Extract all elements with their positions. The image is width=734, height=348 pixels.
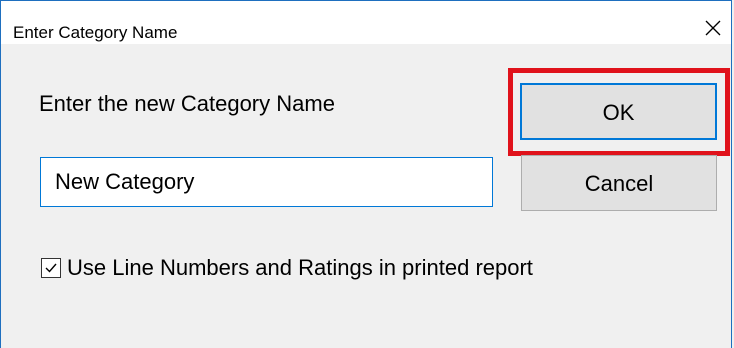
enter-category-dialog: Enter Category Name Enter the new Catego… — [0, 0, 732, 348]
title-bar: Enter Category Name — [1, 0, 731, 44]
checkmark-icon — [45, 263, 57, 273]
line-numbers-checkbox[interactable] — [41, 258, 61, 278]
prompt-label: Enter the new Category Name — [39, 91, 335, 116]
category-name-input[interactable] — [40, 157, 493, 207]
window-title: Enter Category Name — [13, 23, 178, 42]
ok-button[interactable]: OK — [520, 83, 717, 140]
line-numbers-checkbox-label: Use Line Numbers and Ratings in printed … — [67, 255, 533, 280]
cancel-button[interactable]: Cancel — [521, 155, 717, 211]
close-icon[interactable] — [703, 18, 723, 38]
line-numbers-option[interactable]: Use Line Numbers and Ratings in printed … — [41, 253, 533, 283]
